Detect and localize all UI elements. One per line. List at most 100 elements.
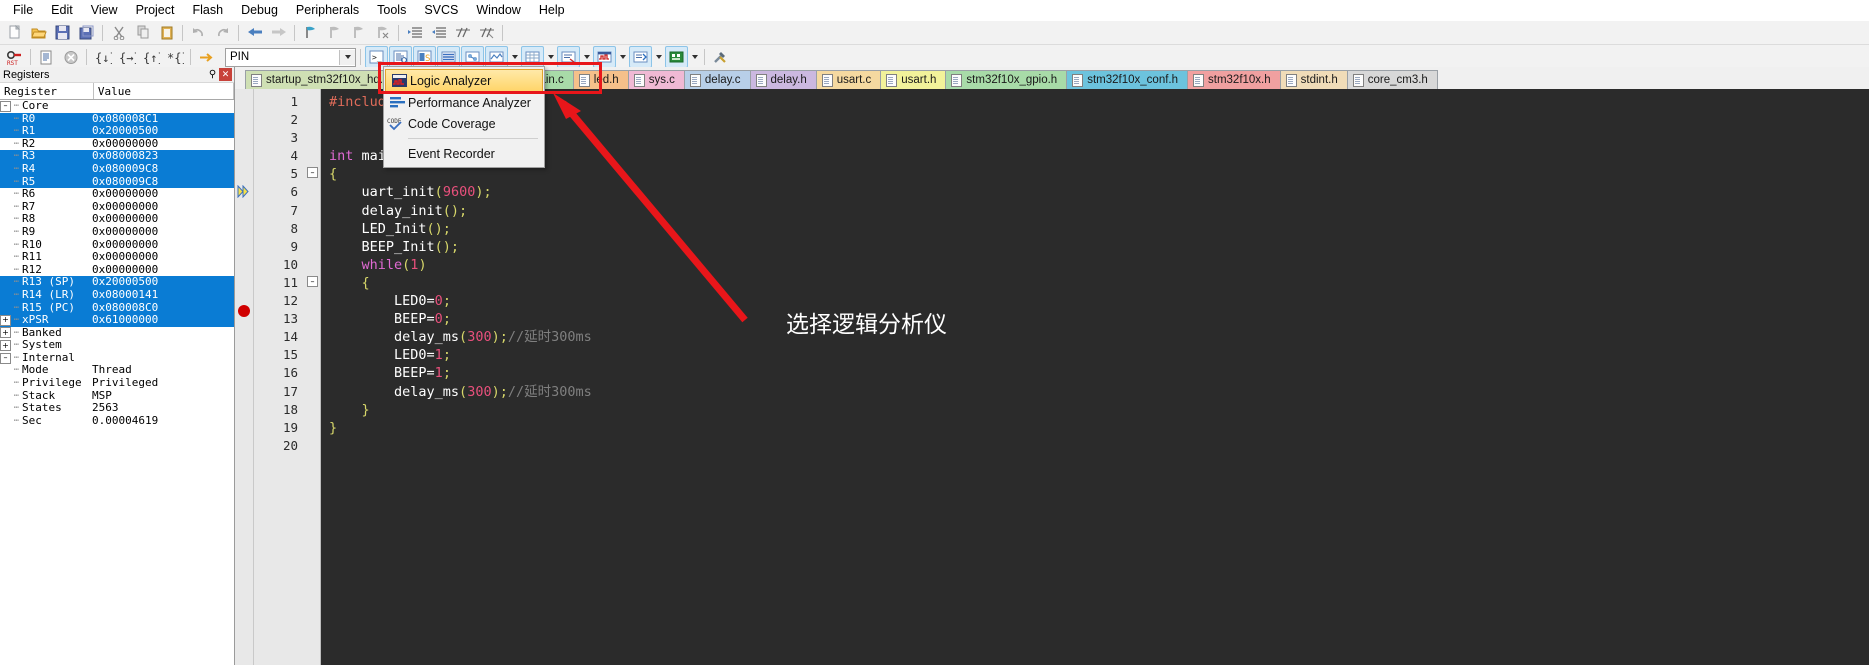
menu-item-file[interactable]: File <box>4 1 42 19</box>
dropdown-item-code-coverage[interactable]: CODE Code Coverage <box>384 113 544 134</box>
cut-icon[interactable] <box>107 22 130 44</box>
register-row[interactable]: ⋯ States 2563 <box>0 402 234 415</box>
show-statement-icon[interactable] <box>195 46 218 68</box>
register-row[interactable]: ⋯ Sec 0.00004619 <box>0 414 234 428</box>
dropdown-item-logic-analyzer[interactable]: Logic Analyzer <box>385 69 543 92</box>
column-header-register[interactable]: Register <box>0 83 94 99</box>
editor-tab-stm32f10x-gpio-h[interactable]: stm32f10x_gpio.h <box>945 70 1068 89</box>
code-line[interactable]: #include <box>329 93 1869 111</box>
breakpoint-marker[interactable] <box>238 305 250 317</box>
register-group-system[interactable]: + ⋯ System <box>0 339 234 352</box>
register-group-banked[interactable]: + ⋯ Banked <box>0 327 234 340</box>
step-over-icon[interactable]: {→} <box>115 46 138 68</box>
step-out-icon[interactable]: {↑} <box>139 46 162 68</box>
menu-item-view[interactable]: View <box>82 1 127 19</box>
code-line[interactable]: delay_init(); <box>329 202 1869 220</box>
paste-icon[interactable] <box>155 22 178 44</box>
open-folder-icon[interactable] <box>27 22 50 44</box>
run-to-cursor-icon[interactable]: *{} <box>163 46 186 68</box>
analysis-dropdown-caret[interactable] <box>617 47 628 67</box>
code-line[interactable]: } <box>329 419 1869 437</box>
menu-item-tools[interactable]: Tools <box>368 1 415 19</box>
analysis-icon[interactable] <box>593 46 616 68</box>
close-panel-icon[interactable]: ✕ <box>219 68 232 81</box>
register-row[interactable]: ⋯ R11 0x00000000 <box>0 251 234 264</box>
comment-icon[interactable] <box>451 22 474 44</box>
outdent-icon[interactable] <box>427 22 450 44</box>
redo-icon[interactable] <box>211 22 234 44</box>
uncomment-icon[interactable] <box>475 22 498 44</box>
bookmark-next-icon[interactable] <box>347 22 370 44</box>
register-row[interactable]: ⋯ R9 0x00000000 <box>0 225 234 239</box>
copy-icon[interactable] <box>131 22 154 44</box>
symbols-icon[interactable]: S <box>413 46 436 68</box>
editor-tab-startup-stm32f10x-hd-s[interactable]: startup_stm32f10x_hd.s <box>245 70 399 89</box>
code-line[interactable]: int main(void) <box>329 147 1869 165</box>
system-viewer-dropdown-caret[interactable] <box>689 47 700 67</box>
editor-margin-bar[interactable] <box>235 89 254 665</box>
register-value[interactable]: 0.00004619 <box>92 414 234 428</box>
register-value[interactable]: 0x08000141 <box>92 288 234 302</box>
code-line[interactable]: } <box>329 401 1869 419</box>
indent-icon[interactable] <box>403 22 426 44</box>
stop-trace-icon[interactable] <box>59 46 82 68</box>
bookmark-toggle-icon[interactable] <box>299 22 322 44</box>
navigate-back-icon[interactable] <box>243 22 266 44</box>
step-into-icon[interactable]: {↓} <box>91 46 114 68</box>
code-line[interactable]: { <box>329 274 1869 292</box>
register-row[interactable]: ⋯ Privilege Privileged <box>0 376 234 390</box>
dropdown-item-event-recorder[interactable]: Event Recorder <box>384 143 544 164</box>
editor-tab-delay-c[interactable]: delay.c <box>683 70 751 89</box>
menu-item-window[interactable]: Window <box>467 1 529 19</box>
register-row[interactable]: ⋯ R14 (LR) 0x08000141 <box>0 288 234 302</box>
fold-toggle-icon[interactable]: – <box>307 167 318 178</box>
code-content[interactable]: #include int main(void){ uart_init(9600)… <box>321 89 1869 665</box>
code-line[interactable]: BEEP_Init(); <box>329 238 1869 256</box>
register-value[interactable]: 0x080009C8 <box>92 162 234 176</box>
editor-tab-stm32f10x-conf-h[interactable]: stm32f10x_conf.h <box>1066 70 1188 89</box>
call-stack-icon[interactable] <box>461 46 484 68</box>
open-trace-icon[interactable] <box>35 46 58 68</box>
register-row[interactable]: ⋯ R4 0x080009C8 <box>0 162 234 176</box>
register-value[interactable]: 0x00000000 <box>92 225 234 239</box>
reset-icon[interactable]: RST <box>3 46 26 68</box>
pin-selector-caret[interactable] <box>339 49 355 65</box>
code-line[interactable] <box>329 111 1869 129</box>
code-line[interactable] <box>329 437 1869 455</box>
editor-tab-usart-h[interactable]: usart.h <box>880 70 947 89</box>
editor-tab-stm32f10x-h[interactable]: stm32f10x.h <box>1187 70 1281 89</box>
fold-toggle-icon[interactable]: – <box>307 276 318 287</box>
trace-icon[interactable] <box>629 46 652 68</box>
disassembly-icon[interactable] <box>389 46 412 68</box>
menu-item-flash[interactable]: Flash <box>183 1 232 19</box>
memory-icon[interactable] <box>521 46 544 68</box>
navigate-forward-icon[interactable] <box>267 22 290 44</box>
toolbox-icon[interactable] <box>709 46 732 68</box>
code-line[interactable]: { <box>329 165 1869 183</box>
expand-icon[interactable]: + <box>0 340 11 352</box>
bookmark-prev-icon[interactable] <box>323 22 346 44</box>
code-editor[interactable]: 1 2 3 4 5 6 7 8 9 10 11 12 13 14 15 16 17 18 19 20 – – #inc… <box>235 89 1869 665</box>
menu-item-edit[interactable]: Edit <box>42 1 82 19</box>
editor-tab-usart-c[interactable]: usart.c <box>815 70 882 89</box>
watch-icon[interactable] <box>485 46 508 68</box>
collapse-icon[interactable]: – <box>0 352 11 364</box>
pin-selector[interactable]: PIN <box>225 47 356 67</box>
code-line[interactable]: delay_ms(300);//延时300ms <box>329 383 1869 401</box>
menu-item-debug[interactable]: Debug <box>232 1 287 19</box>
command-window-icon[interactable]: >_ <box>365 46 388 68</box>
editor-tab-stdint-h[interactable]: stdint.h <box>1279 70 1348 89</box>
register-value[interactable]: 0x20000500 <box>92 125 234 138</box>
new-file-icon[interactable] <box>3 22 26 44</box>
register-value[interactable]: Privileged <box>92 376 234 390</box>
register-value[interactable]: 0x00000000 <box>92 251 234 264</box>
menu-item-svcs[interactable]: SVCS <box>415 1 467 19</box>
watch-dropdown-caret[interactable] <box>509 47 520 67</box>
register-group-core[interactable]: – ⋯ Core <box>0 100 234 113</box>
editor-tab-delay-h[interactable]: delay.h <box>749 70 817 89</box>
pin-panel-icon[interactable]: ⚲ <box>206 68 219 81</box>
trace-dropdown-caret[interactable] <box>653 47 664 67</box>
register-value[interactable]: 0x00000000 <box>92 188 234 201</box>
editor-tab-sys-c[interactable]: sys.c <box>627 70 685 89</box>
collapse-icon[interactable]: – <box>0 100 11 112</box>
